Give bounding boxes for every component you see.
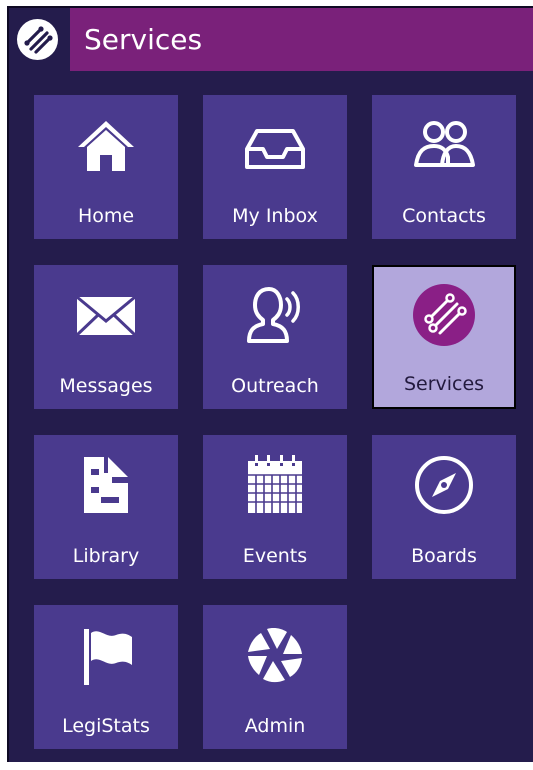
home-icon: [78, 121, 134, 171]
tile-outreach[interactable]: Outreach: [203, 265, 347, 409]
tile-my-inbox[interactable]: My Inbox: [203, 95, 347, 239]
tile-label: Services: [403, 373, 485, 395]
tile-admin[interactable]: Admin: [203, 605, 347, 749]
header: Services: [9, 8, 533, 71]
tile-label: Events: [242, 545, 308, 567]
tile-label: My Inbox: [232, 205, 318, 227]
tile-label: Admin: [244, 715, 306, 737]
tile-messages[interactable]: Messages: [34, 265, 178, 409]
compass-icon: [415, 456, 473, 514]
library-document-icon: [84, 457, 128, 513]
tile-label: Home: [77, 205, 135, 227]
services-swirl-icon: [413, 284, 475, 346]
tile-contacts[interactable]: Contacts: [372, 95, 516, 239]
tile-label: Library: [72, 545, 140, 567]
tile-label: LegiStats: [62, 715, 150, 737]
tile-legistats[interactable]: LegiStats: [34, 605, 178, 749]
tile-library[interactable]: Library: [34, 435, 178, 579]
tile-boards[interactable]: Boards: [372, 435, 516, 579]
calendar-icon: [248, 455, 302, 513]
tile-services[interactable]: Services: [372, 265, 516, 409]
logo-area[interactable]: [9, 8, 70, 71]
envelope-icon: [75, 295, 137, 337]
tile-label: Boards: [411, 545, 477, 567]
inbox-tray-icon: [245, 129, 305, 169]
speaking-person-icon: [247, 287, 300, 343]
tile-label: Outreach: [231, 375, 319, 397]
app-frame: Services Home My Inbox Contacts Messages…: [7, 6, 533, 762]
services-swirl-logo-icon: [17, 19, 58, 60]
tile-label: Contacts: [402, 205, 486, 227]
contacts-people-icon: [414, 121, 475, 167]
page-title: Services: [84, 23, 203, 56]
tile-events[interactable]: Events: [203, 435, 347, 579]
title-bar: Services: [70, 8, 533, 71]
aperture-icon: [248, 628, 302, 683]
tile-label: Messages: [59, 375, 153, 397]
flag-icon: [84, 629, 132, 685]
tile-home[interactable]: Home: [34, 95, 178, 239]
